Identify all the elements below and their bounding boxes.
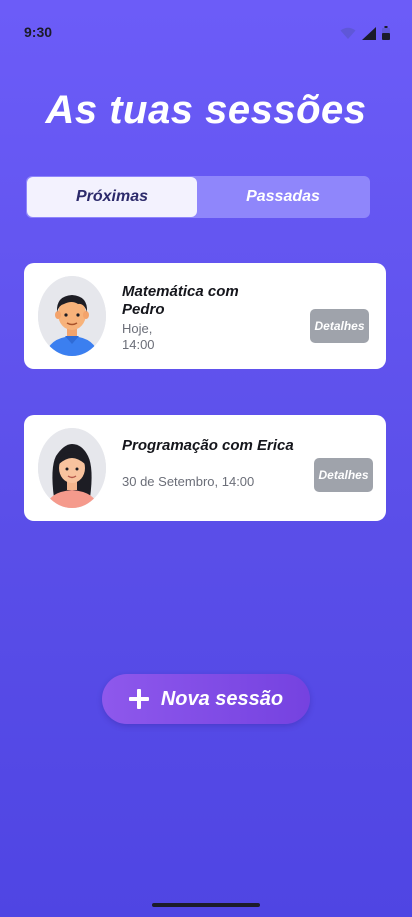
session-time: 30 de Setembro, 14:00 <box>122 474 255 489</box>
plus-icon <box>128 689 149 709</box>
girl-avatar <box>38 428 106 508</box>
session-tabs: Próximas Passadas <box>26 176 370 218</box>
tab-proximas[interactable]: Próximas <box>27 177 197 217</box>
page-title: As tuas sessões <box>45 88 367 132</box>
wifi-icon <box>340 27 356 39</box>
boy-avatar <box>38 276 106 356</box>
battery-icon <box>382 26 390 40</box>
session-title: Matemática com Pedro <box>122 283 239 318</box>
cellular-signal-icon <box>362 26 376 40</box>
session-card[interactable]: Programação com Erica 30 de Setembro, 14… <box>24 415 386 521</box>
status-time: 9:30 <box>24 24 53 40</box>
home-indicator[interactable] <box>152 903 260 907</box>
new-session-label: Nova sessão <box>160 687 284 710</box>
status-bar: 9:30 <box>0 0 412 64</box>
tab-passadas[interactable]: Passadas <box>197 176 369 218</box>
details-button[interactable]: Detalhes <box>314 458 373 492</box>
details-button[interactable]: Detalhes <box>310 309 369 343</box>
session-card[interactable]: Matemática com Pedro Hoje, 14:00 Detalhe… <box>24 263 386 369</box>
session-title: Programação com Erica <box>122 437 294 454</box>
session-time: Hoje, 14:00 <box>122 321 155 352</box>
status-icons <box>340 26 390 40</box>
new-session-button[interactable]: Nova sessão <box>102 674 310 724</box>
